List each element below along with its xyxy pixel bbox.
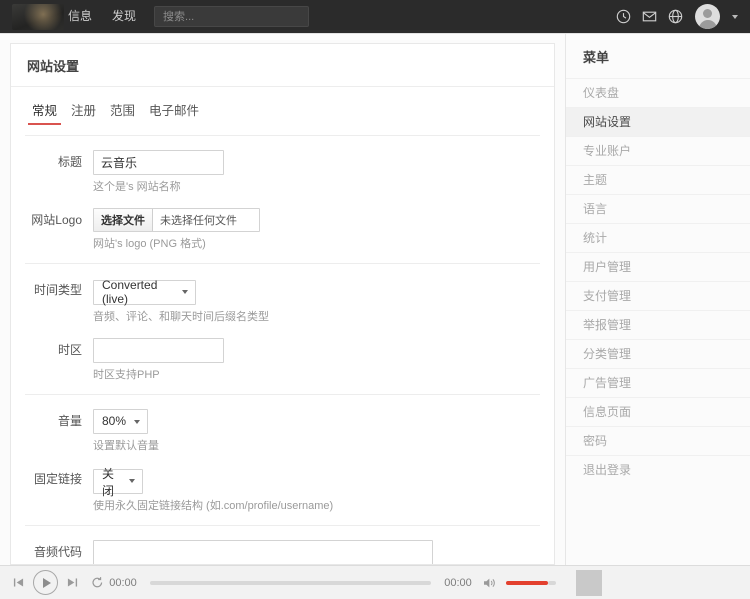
chevron-down-icon[interactable] [732,15,738,19]
volume-select[interactable]: 80% [93,409,148,434]
sidebar-item-ad-management[interactable]: 广告管理 [566,368,750,397]
topnav-right-group [616,4,740,29]
time-type-label: 时间类型 [25,278,93,297]
avatar[interactable] [695,4,720,29]
tab-email[interactable]: 电子邮件 [142,96,206,127]
next-track-icon[interactable] [67,577,78,588]
envelope-icon[interactable] [642,9,657,24]
field-time-type: 时间类型 Converted (live) 音频、评论、和聊天时间后缀名类型 [25,278,540,324]
sidebar-item-password[interactable]: 密码 [566,426,750,455]
permalink-select[interactable]: 关闭 [93,469,143,494]
fieldset-identity: 标题 这个是's 网站名称 网站Logo 选择文件 未选 [25,135,540,263]
sidebar-item-site-settings[interactable]: 网站设置 [566,107,750,136]
settings-panel: 网站设置 常规 注册 范围 电子邮件 标题 这个是's 网站名称 [10,43,555,565]
globe-icon[interactable] [668,9,683,24]
total-time-label: 00:00 [439,577,477,589]
field-site-title: 标题 这个是's 网站名称 [25,150,540,194]
settings-tabs: 常规 注册 范围 电子邮件 [11,87,554,127]
sidebar-title: 菜单 [566,34,750,78]
volume-label: 音量 [25,409,93,428]
album-art-thumbnail[interactable] [576,570,602,596]
site-logo-file-input[interactable]: 选择文件 未选择任何文件 [93,208,260,232]
field-timezone: 时区 时区支持PHP [25,338,540,382]
site-logo-image[interactable] [12,4,64,30]
site-logo-label: 网站Logo [25,208,93,227]
field-audio-code: 音频代码 分析统计代码 [25,540,540,564]
audio-player-bar: 00:00 00:00 [0,565,750,599]
timezone-hint: 时区支持PHP [93,369,540,382]
tab-general[interactable]: 常规 [25,96,64,127]
nav-discover[interactable]: 发现 [102,0,146,33]
field-permalink: 固定链接 关闭 使用永久固定链接结构 (如.com/profile/userna… [25,467,540,514]
permalink-hint: 使用永久固定链接结构 (如.com/profile/username) [93,500,540,513]
fieldset-playback: 音量 80% 设置默认音量 固定链接 [25,394,540,526]
page-body: 网站设置 常规 注册 范围 电子邮件 标题 这个是's 网站名称 [0,33,750,565]
tab-registration[interactable]: 注册 [64,96,103,127]
sidebar-item-dashboard[interactable]: 仪表盘 [566,78,750,107]
sidebar-item-theme[interactable]: 主题 [566,165,750,194]
page-title: 网站设置 [11,44,554,87]
sidebar-item-category-management[interactable]: 分类管理 [566,339,750,368]
time-type-hint: 音频、评论、和聊天时间后缀名类型 [93,311,540,324]
repeat-icon[interactable] [91,576,104,589]
play-icon [43,578,51,588]
volume-hint: 设置默认音量 [93,440,540,453]
speaker-icon[interactable] [483,577,497,589]
sidebar-item-logout[interactable]: 退出登录 [566,455,750,484]
site-logo-hint: 网站's logo (PNG 格式) [93,238,540,251]
search-input[interactable] [154,6,309,27]
chosen-file-name: 未选择任何文件 [153,212,237,228]
current-time-label: 00:00 [104,577,142,589]
sidebar-item-user-management[interactable]: 用户管理 [566,252,750,281]
volume-slider[interactable] [506,581,548,585]
site-title-label: 标题 [25,150,93,169]
choose-file-button[interactable]: 选择文件 [94,209,153,231]
previous-track-icon[interactable] [13,577,24,588]
clock-icon[interactable] [616,9,631,24]
sidebar-item-language[interactable]: 语言 [566,194,750,223]
site-title-hint: 这个是's 网站名称 [93,181,540,194]
admin-app-window: 信息 发现 [0,0,750,599]
fieldset-time: 时间类型 Converted (live) 音频、评论、和聊天时间后缀名类型 时… [25,263,540,394]
admin-menu-sidebar: 菜单 仪表盘 网站设置 专业账户 主题 语言 统计 用户管理 支付管理 举报管理… [566,34,750,565]
volume-slider-remainder[interactable] [548,581,556,585]
sidebar-item-info-pages[interactable]: 信息页面 [566,397,750,426]
time-type-select[interactable]: Converted (live) [93,280,196,305]
play-button[interactable] [33,570,58,595]
fieldset-analytics: 音频代码 分析统计代码 [25,525,540,564]
permalink-label: 固定链接 [25,467,93,486]
settings-form: 标题 这个是's 网站名称 网站Logo 选择文件 未选 [11,127,554,564]
sidebar-item-report-management[interactable]: 举报管理 [566,310,750,339]
site-title-input[interactable] [93,150,224,175]
timezone-input[interactable] [93,338,224,363]
nav-messages[interactable]: 信息 [58,0,102,33]
timezone-label: 时区 [25,338,93,357]
progress-slider[interactable] [150,581,431,585]
field-volume: 音量 80% 设置默认音量 [25,409,540,453]
audio-code-label: 音频代码 [25,540,93,559]
main-content-column: 网站设置 常规 注册 范围 电子邮件 标题 这个是's 网站名称 [0,34,566,565]
sidebar-item-pro-account[interactable]: 专业账户 [566,136,750,165]
top-navigation-bar: 信息 发现 [0,0,750,33]
audio-code-textarea[interactable] [93,540,433,564]
tab-scope[interactable]: 范围 [103,96,142,127]
field-site-logo: 网站Logo 选择文件 未选择任何文件 网站's logo (PNG 格式) [25,208,540,251]
sidebar-item-statistics[interactable]: 统计 [566,223,750,252]
sidebar-item-payment-management[interactable]: 支付管理 [566,281,750,310]
